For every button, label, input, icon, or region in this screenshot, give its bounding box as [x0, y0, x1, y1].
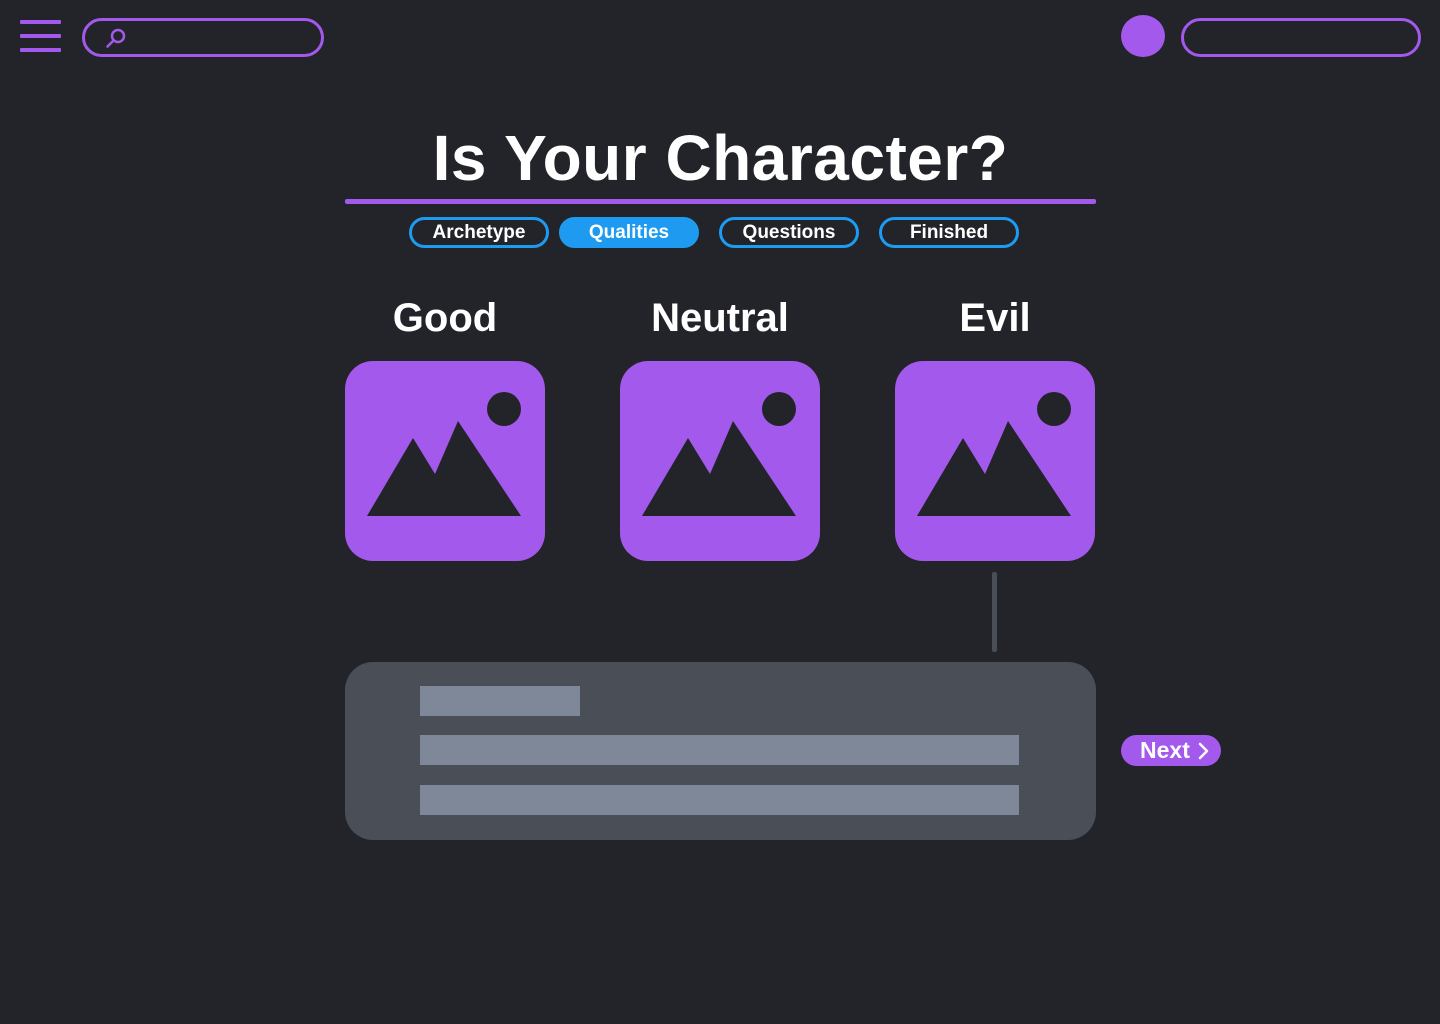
menu-line [20, 20, 61, 24]
next-button[interactable]: Next [1121, 735, 1221, 766]
menu-line [20, 34, 61, 38]
description-panel [345, 662, 1096, 840]
tab-qualities[interactable]: Qualities [559, 217, 699, 248]
tab-questions[interactable]: Questions [719, 217, 859, 248]
image-placeholder-icon [642, 392, 796, 516]
title-underline [345, 199, 1096, 204]
image-placeholder-icon [367, 392, 521, 516]
account-field[interactable] [1181, 18, 1421, 57]
search-icon [106, 28, 126, 48]
page-title: Is Your Character? [432, 122, 1009, 194]
tab-archetype[interactable]: Archetype [409, 217, 549, 248]
menu-line [20, 48, 61, 52]
text-placeholder-heading [420, 686, 580, 716]
choice-label-good: Good [392, 296, 498, 340]
text-placeholder-line [420, 735, 1019, 765]
hamburger-menu-icon[interactable] [20, 20, 61, 52]
text-placeholder-line [420, 785, 1019, 815]
choice-card-evil[interactable] [895, 361, 1095, 561]
chevron-right-icon [1198, 742, 1209, 760]
next-button-label: Next [1140, 737, 1190, 763]
search-input[interactable] [129, 21, 313, 56]
tab-finished[interactable]: Finished [879, 217, 1019, 248]
user-avatar[interactable] [1121, 15, 1165, 57]
choice-label-evil: Evil [959, 296, 1031, 340]
selection-connector [992, 572, 997, 652]
search-bar[interactable] [82, 18, 324, 57]
choice-card-neutral[interactable] [620, 361, 820, 561]
choice-card-good[interactable] [345, 361, 545, 561]
image-placeholder-icon [917, 392, 1071, 516]
choice-label-neutral: Neutral [651, 296, 789, 340]
